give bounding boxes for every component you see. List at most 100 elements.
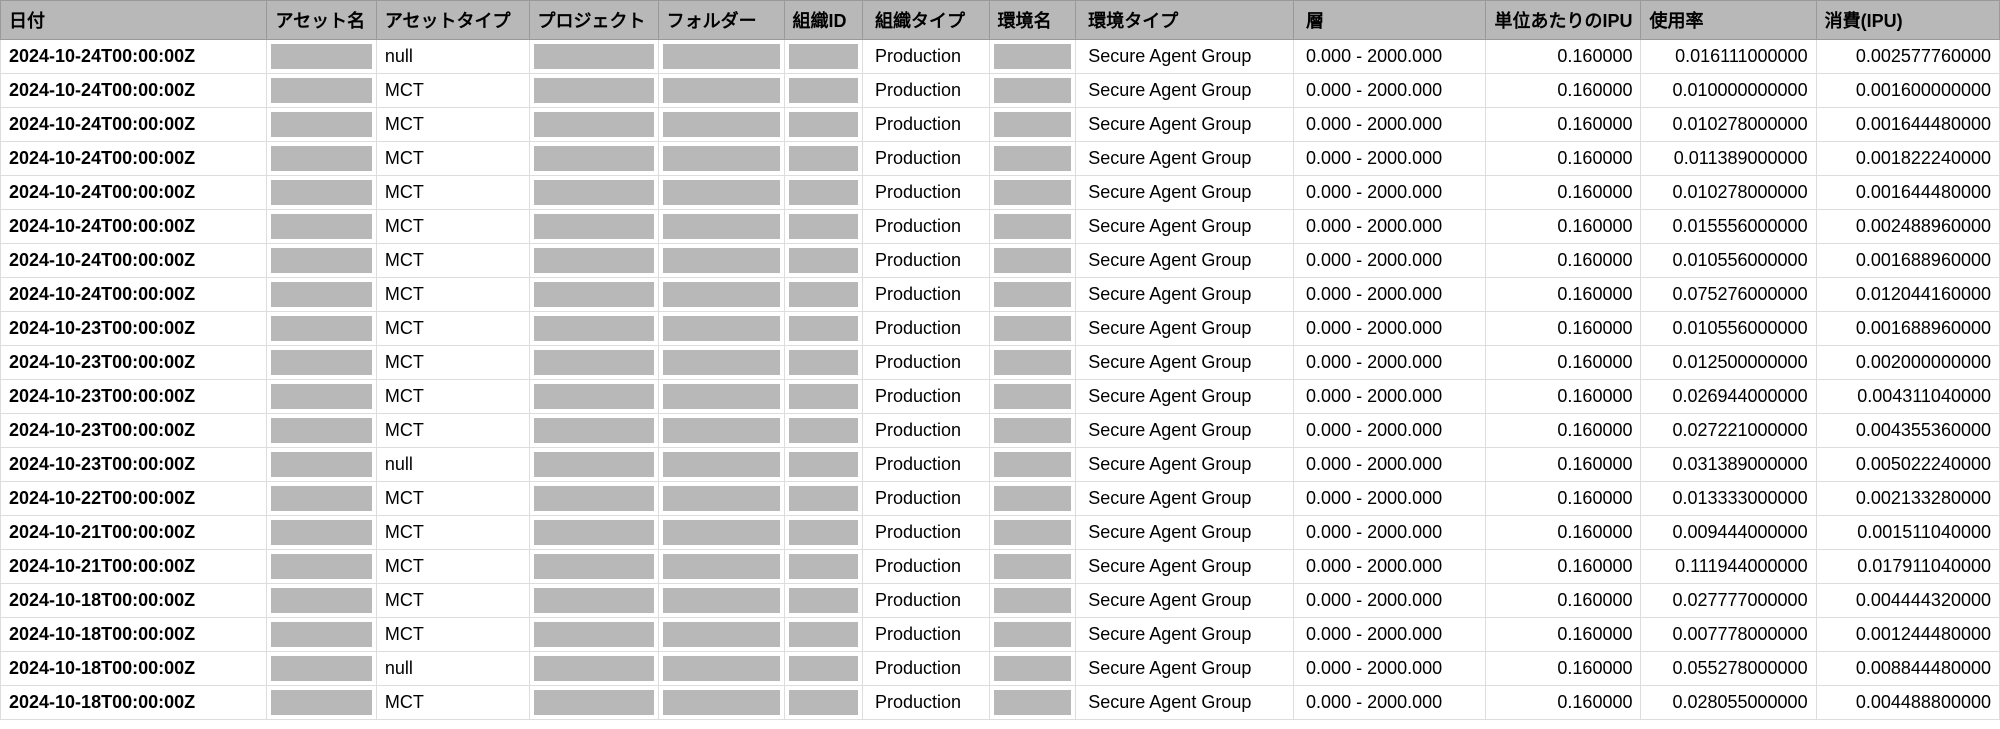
cell-folder xyxy=(658,108,784,142)
cell-project xyxy=(529,516,658,550)
cell-tier: 0.000 - 2000.000 xyxy=(1294,686,1486,720)
cell-env-name xyxy=(989,550,1076,584)
cell-ipu-per-unit: 0.160000 xyxy=(1486,142,1641,176)
cell-usage: 0.015556000000 xyxy=(1641,210,1816,244)
cell-env-type: Secure Agent Group xyxy=(1076,40,1294,74)
cell-folder xyxy=(658,278,784,312)
table-row[interactable]: 2024-10-21T00:00:00ZMCTProductionSecure … xyxy=(1,550,2000,584)
cell-env-type: Secure Agent Group xyxy=(1076,380,1294,414)
cell-org-type: Production xyxy=(862,108,989,142)
cell-org-type: Production xyxy=(862,142,989,176)
cell-asset-name xyxy=(267,652,376,686)
cell-consumption: 0.001688960000 xyxy=(1816,312,1999,346)
cell-asset-type: MCT xyxy=(376,516,529,550)
cell-asset-type: MCT xyxy=(376,244,529,278)
header-ipu-per-unit[interactable]: 単位あたりのIPU xyxy=(1486,1,1641,40)
cell-consumption: 0.001600000000 xyxy=(1816,74,1999,108)
cell-env-name xyxy=(989,380,1076,414)
cell-org-type: Production xyxy=(862,74,989,108)
table-row[interactable]: 2024-10-23T00:00:00ZnullProductionSecure… xyxy=(1,448,2000,482)
table-row[interactable]: 2024-10-24T00:00:00ZMCTProductionSecure … xyxy=(1,108,2000,142)
cell-org-id xyxy=(784,414,862,448)
cell-date: 2024-10-18T00:00:00Z xyxy=(1,618,267,652)
cell-org-id xyxy=(784,516,862,550)
cell-tier: 0.000 - 2000.000 xyxy=(1294,210,1486,244)
table-row[interactable]: 2024-10-21T00:00:00ZMCTProductionSecure … xyxy=(1,516,2000,550)
cell-usage: 0.010278000000 xyxy=(1641,176,1816,210)
cell-env-name xyxy=(989,482,1076,516)
header-asset-type[interactable]: アセットタイプ xyxy=(376,1,529,40)
table-row[interactable]: 2024-10-18T00:00:00ZMCTProductionSecure … xyxy=(1,686,2000,720)
table-row[interactable]: 2024-10-24T00:00:00ZMCTProductionSecure … xyxy=(1,74,2000,108)
cell-asset-name xyxy=(267,40,376,74)
cell-org-id xyxy=(784,618,862,652)
header-tier[interactable]: 層 xyxy=(1294,1,1486,40)
cell-ipu-per-unit: 0.160000 xyxy=(1486,516,1641,550)
table-row[interactable]: 2024-10-23T00:00:00ZMCTProductionSecure … xyxy=(1,312,2000,346)
header-asset-name[interactable]: アセット名 xyxy=(267,1,376,40)
header-env-name[interactable]: 環境名 xyxy=(989,1,1076,40)
header-consumption[interactable]: 消費(IPU) xyxy=(1816,1,1999,40)
cell-folder xyxy=(658,584,784,618)
cell-folder xyxy=(658,516,784,550)
table-row[interactable]: 2024-10-18T00:00:00ZMCTProductionSecure … xyxy=(1,618,2000,652)
table-header-row: 日付 アセット名 アセットタイプ プロジェクト フォルダー 組織ID 組織タイプ… xyxy=(1,1,2000,40)
header-date[interactable]: 日付 xyxy=(1,1,267,40)
cell-org-id xyxy=(784,686,862,720)
cell-asset-name xyxy=(267,176,376,210)
cell-usage: 0.031389000000 xyxy=(1641,448,1816,482)
cell-env-name xyxy=(989,210,1076,244)
cell-project xyxy=(529,550,658,584)
cell-tier: 0.000 - 2000.000 xyxy=(1294,346,1486,380)
cell-asset-type: MCT xyxy=(376,686,529,720)
table-row[interactable]: 2024-10-18T00:00:00ZMCTProductionSecure … xyxy=(1,584,2000,618)
table-row[interactable]: 2024-10-23T00:00:00ZMCTProductionSecure … xyxy=(1,346,2000,380)
cell-project xyxy=(529,618,658,652)
cell-project xyxy=(529,482,658,516)
cell-org-id xyxy=(784,584,862,618)
cell-org-id xyxy=(784,74,862,108)
header-org-type[interactable]: 組織タイプ xyxy=(862,1,989,40)
cell-project xyxy=(529,210,658,244)
cell-consumption: 0.002133280000 xyxy=(1816,482,1999,516)
cell-org-type: Production xyxy=(862,278,989,312)
table-row[interactable]: 2024-10-24T00:00:00ZMCTProductionSecure … xyxy=(1,142,2000,176)
table-row[interactable]: 2024-10-23T00:00:00ZMCTProductionSecure … xyxy=(1,380,2000,414)
table-row[interactable]: 2024-10-24T00:00:00ZMCTProductionSecure … xyxy=(1,176,2000,210)
cell-env-name xyxy=(989,414,1076,448)
header-folder[interactable]: フォルダー xyxy=(658,1,784,40)
table-row[interactable]: 2024-10-18T00:00:00ZnullProductionSecure… xyxy=(1,652,2000,686)
header-project[interactable]: プロジェクト xyxy=(529,1,658,40)
header-env-type[interactable]: 環境タイプ xyxy=(1076,1,1294,40)
cell-project xyxy=(529,448,658,482)
table-row[interactable]: 2024-10-24T00:00:00ZMCTProductionSecure … xyxy=(1,244,2000,278)
cell-usage: 0.111944000000 xyxy=(1641,550,1816,584)
cell-env-type: Secure Agent Group xyxy=(1076,278,1294,312)
cell-ipu-per-unit: 0.160000 xyxy=(1486,448,1641,482)
cell-project xyxy=(529,686,658,720)
cell-asset-type: MCT xyxy=(376,380,529,414)
header-org-id[interactable]: 組織ID xyxy=(784,1,862,40)
cell-folder xyxy=(658,176,784,210)
table-row[interactable]: 2024-10-24T00:00:00ZnullProductionSecure… xyxy=(1,40,2000,74)
header-usage[interactable]: 使用率 xyxy=(1641,1,1816,40)
cell-org-type: Production xyxy=(862,346,989,380)
cell-usage: 0.016111000000 xyxy=(1641,40,1816,74)
table-row[interactable]: 2024-10-22T00:00:00ZMCTProductionSecure … xyxy=(1,482,2000,516)
cell-usage: 0.055278000000 xyxy=(1641,652,1816,686)
cell-usage: 0.026944000000 xyxy=(1641,380,1816,414)
cell-consumption: 0.002000000000 xyxy=(1816,346,1999,380)
cell-consumption: 0.004311040000 xyxy=(1816,380,1999,414)
cell-env-type: Secure Agent Group xyxy=(1076,448,1294,482)
cell-date: 2024-10-24T00:00:00Z xyxy=(1,40,267,74)
cell-asset-type: MCT xyxy=(376,482,529,516)
table-row[interactable]: 2024-10-23T00:00:00ZMCTProductionSecure … xyxy=(1,414,2000,448)
table-row[interactable]: 2024-10-24T00:00:00ZMCTProductionSecure … xyxy=(1,278,2000,312)
cell-env-name xyxy=(989,652,1076,686)
cell-consumption: 0.002488960000 xyxy=(1816,210,1999,244)
cell-folder xyxy=(658,312,784,346)
cell-usage: 0.007778000000 xyxy=(1641,618,1816,652)
cell-asset-name xyxy=(267,482,376,516)
table-row[interactable]: 2024-10-24T00:00:00ZMCTProductionSecure … xyxy=(1,210,2000,244)
cell-folder xyxy=(658,652,784,686)
